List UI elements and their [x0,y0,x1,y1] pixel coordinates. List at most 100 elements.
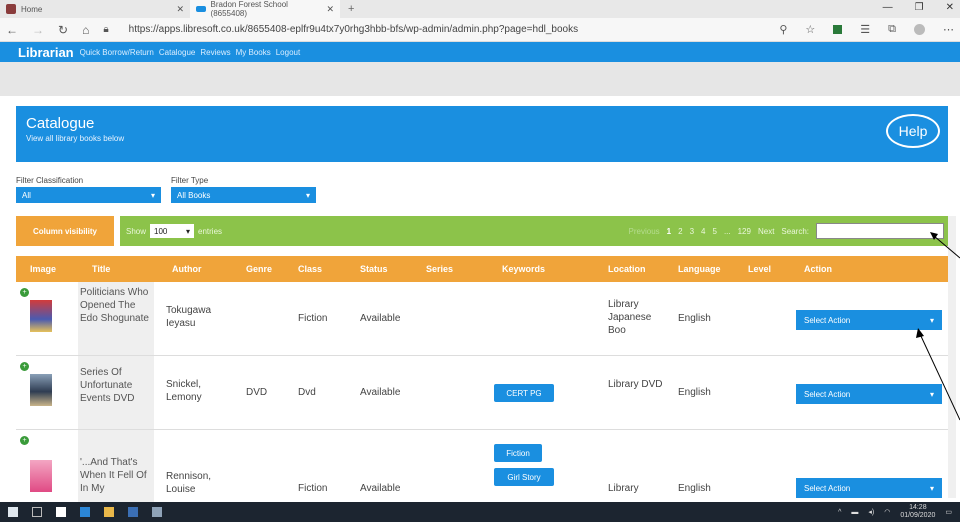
expand-row-icon[interactable]: + [20,362,29,371]
new-tab-button[interactable]: + [340,0,362,18]
table-row: + Politicians Who Opened The Edo Shoguna… [16,282,950,356]
app-icon[interactable] [152,507,162,517]
keyword-tag[interactable]: Fiction [494,444,542,462]
select-action-label: Select Action [804,315,851,325]
book-title[interactable]: Politicians Who Opened The Edo Shogunate [80,286,152,325]
show-label: Show [126,226,147,236]
book-title[interactable]: '...And That's When It Fell Of In My [80,456,152,500]
extension-icon[interactable] [833,25,843,34]
col-status[interactable]: Status [360,264,388,274]
col-author[interactable]: Author [172,264,202,274]
page-last[interactable]: 129 [738,227,751,236]
url-field[interactable]: https://apps.libresoft.co.uk/8655408-epl… [129,24,578,35]
select-action-dropdown[interactable]: Select Action ▾ [796,384,942,404]
expand-row-icon[interactable]: + [20,288,29,297]
filter-classification: Filter Classification All ▾ [16,176,161,203]
reader-icon[interactable]: ⚲ [779,23,787,36]
col-series[interactable]: Series [426,264,453,274]
home-icon[interactable]: ⌂ [82,23,89,37]
page-1[interactable]: 1 [667,227,671,236]
page-5[interactable]: 5 [712,227,716,236]
collections-icon[interactable]: ⧉ [888,23,896,36]
entries-select[interactable]: 100 ▾ [150,224,195,238]
chevron-up-icon[interactable]: ^ [838,509,841,516]
back-icon[interactable]: ← [6,23,18,37]
task-view-icon[interactable] [32,507,42,517]
page-4[interactable]: 4 [701,227,705,236]
table-row: + Series Of Unfortunate Events DVD Snick… [16,356,950,430]
filters: Filter Classification All ▾ Filter Type … [16,176,316,203]
expand-row-icon[interactable]: + [20,436,29,445]
col-genre[interactable]: Genre [246,264,272,274]
start-windows-icon[interactable] [8,507,18,517]
search-input[interactable] [816,223,944,239]
keyword-tag[interactable]: Girl Story [494,468,554,486]
librarian-favicon-icon [196,6,206,12]
page-scrollbar[interactable] [948,216,956,498]
book-cover-image[interactable] [30,374,52,406]
file-explorer-icon[interactable] [104,507,114,517]
profile-avatar[interactable] [914,24,925,35]
book-cover-image[interactable] [30,460,52,492]
col-title[interactable]: Title [92,264,110,274]
battery-icon[interactable]: ▬ [851,509,858,516]
tab-bradon[interactable]: Bradon Forest School (8655408) ✕ [190,0,340,18]
site-navbar: Librarian Quick Borrow/Return Catalogue … [0,42,960,62]
help-button[interactable]: Help [886,114,940,148]
close-tab-icon[interactable]: ✕ [176,4,184,15]
col-language[interactable]: Language [678,264,721,274]
chevron-down-icon: ▾ [186,226,191,236]
edge-browser-icon[interactable] [80,507,90,517]
page-header-background [0,62,960,96]
table-header: Image Title Author Genre Class Status Se… [16,256,950,282]
chevron-down-icon: ▾ [305,190,310,200]
col-action[interactable]: Action [804,264,832,274]
close-tab-icon[interactable]: ✕ [326,4,334,15]
windows-taskbar: ^ ▬ ◂) ◠ 14:28 01/09/2020 ▭ [0,502,960,522]
favorite-star-icon[interactable]: ☆ [805,23,815,36]
nav-quick-borrow[interactable]: Quick Borrow/Return [80,48,154,57]
filter-classification-value: All [22,190,31,200]
select-action-dropdown[interactable]: Select Action ▾ [796,478,942,498]
col-image[interactable]: Image [30,264,56,274]
nav-my-books[interactable]: My Books [236,48,271,57]
book-language: English [678,483,711,494]
col-level[interactable]: Level [748,264,771,274]
select-action-dropdown[interactable]: Select Action ▾ [796,310,942,330]
refresh-icon[interactable]: ↻ [58,23,68,37]
col-class[interactable]: Class [298,264,322,274]
keyword-tag[interactable]: CERT PG [494,384,554,402]
forward-icon[interactable]: → [32,23,44,37]
notification-icon[interactable]: ▭ [945,508,952,516]
page-title: Catalogue [26,115,95,132]
next-page[interactable]: Next [758,227,774,236]
col-location[interactable]: Location [608,264,646,274]
nav-catalogue[interactable]: Catalogue [159,48,195,57]
more-icon[interactable]: ⋯ [943,23,954,36]
restore-icon[interactable]: ❐ [915,2,924,13]
app-icon[interactable] [128,507,138,517]
book-author: Tokugawa Ieyasu [166,305,212,329]
previous-page[interactable]: Previous [629,227,660,236]
volume-icon[interactable]: ◂) [868,508,874,516]
column-visibility-button[interactable]: Column visibility [16,216,114,246]
chevron-down-icon: ▾ [929,389,934,399]
page-2[interactable]: 2 [678,227,682,236]
close-window-icon[interactable]: ✕ [946,2,954,13]
page-3[interactable]: 3 [690,227,694,236]
minimize-icon[interactable]: — [883,2,893,13]
brand-logo[interactable]: Librarian [18,45,74,60]
filter-type-select[interactable]: All Books ▾ [171,187,316,203]
book-status: Available [360,313,401,324]
wifi-icon[interactable]: ◠ [884,508,890,516]
tab-home[interactable]: Home ✕ [0,0,190,18]
favorites-icon[interactable]: ☰ [860,23,870,36]
file-icon[interactable] [56,507,66,517]
nav-reviews[interactable]: Reviews [200,48,230,57]
filter-classification-select[interactable]: All ▾ [16,187,161,203]
clock[interactable]: 14:28 01/09/2020 [900,504,935,520]
nav-logout[interactable]: Logout [276,48,300,57]
book-title[interactable]: Series Of Unfortunate Events DVD [80,366,152,405]
book-cover-image[interactable] [30,300,52,332]
col-keywords[interactable]: Keywords [502,264,545,274]
